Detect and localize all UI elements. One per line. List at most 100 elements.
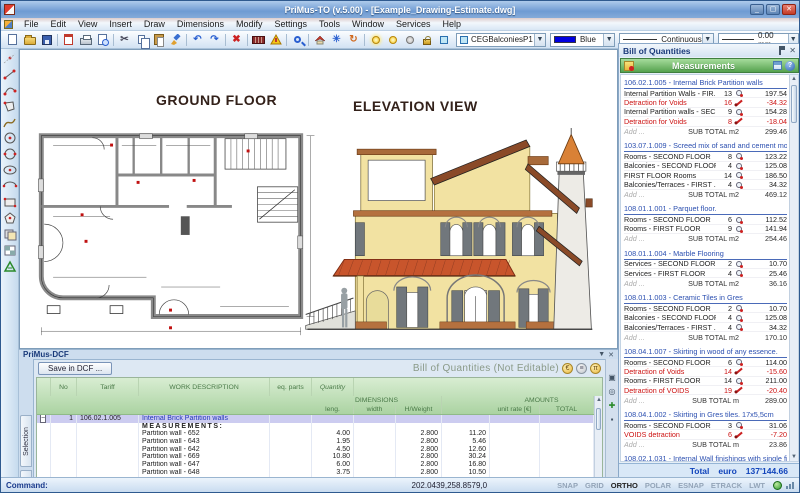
copy-icon[interactable]	[133, 32, 150, 49]
cut-icon[interactable]: ✂	[116, 32, 133, 48]
table-row[interactable]: Partition wall - 669 10.80 2.800 30.24	[37, 453, 602, 462]
folder-icon[interactable]: ▣	[608, 373, 616, 382]
chevron-down-icon[interactable]: ▼	[603, 33, 615, 46]
add-measurement-link[interactable]: Add ...	[624, 190, 688, 199]
measurement-row[interactable]: Balconies/Terraces - FIRST ... 4 34.32	[624, 323, 787, 333]
menu-view[interactable]: View	[72, 19, 103, 29]
table-row[interactable]: Partition wall - 643 1.95 2.800 5.46	[37, 438, 602, 446]
menu-edit[interactable]: Edit	[45, 19, 73, 29]
floor-plan-drawing[interactable]	[23, 120, 319, 344]
point-tool-icon[interactable]	[2, 51, 18, 66]
measurement-row[interactable]: Services - FIRST FLOOR 4 25.46	[624, 269, 787, 279]
boq-group-title[interactable]: 108.01.1.004 - Marble Flooring	[624, 248, 787, 260]
layer-combo[interactable]: CEGBalconiesP1 ▼	[456, 32, 546, 47]
menu-file[interactable]: File	[18, 19, 45, 29]
add-measurement-link[interactable]: Add ...	[624, 234, 688, 243]
table-row[interactable]: MEASUREMENTS:	[37, 422, 602, 431]
scroll-thumb[interactable]	[596, 408, 601, 430]
arc-tool-icon[interactable]	[2, 83, 18, 98]
pushpin-icon[interactable]: ▪	[611, 415, 614, 424]
measurement-row[interactable]: Services - SECOND FLOOR 2 10.70	[624, 259, 787, 270]
toggle-grid[interactable]: GRID	[585, 481, 604, 490]
measurement-row[interactable]: Detraction of VOIDS 19 -20.40	[624, 386, 787, 396]
add-measurement-link[interactable]: Add ...	[624, 127, 688, 136]
hatch-tool-icon[interactable]	[2, 259, 18, 274]
close-button[interactable]: ✕	[782, 4, 796, 15]
close-icon[interactable]: ✕	[789, 46, 796, 55]
boq-group-title[interactable]: 103.07.1.009 - Screed mix of sand and ce…	[624, 140, 787, 153]
measurement-row[interactable]: Rooms - SECOND FLOOR 8 123.22	[624, 152, 787, 162]
measurement-row[interactable]: VOIDS detraction 6 -7.20	[624, 430, 787, 440]
measurement-row[interactable]: FIRST FLOOR Rooms 14 186.50	[624, 171, 787, 181]
close-icon[interactable]: ✕	[608, 351, 614, 359]
table-row[interactable]: Partition wall - 647 6.00 2.800 16.80	[37, 461, 602, 469]
toggle-etrack[interactable]: ETRACK	[711, 481, 742, 490]
table-row[interactable]: Partition wall - 652 4.00 2.800 11.20	[37, 430, 602, 439]
undo-icon[interactable]: ↶	[189, 32, 206, 48]
measurement-row[interactable]: Internal Partition walls - SEC... 9 154.28	[624, 107, 787, 118]
maximize-button[interactable]: ▢	[766, 4, 780, 15]
add-icon[interactable]: ✚	[609, 401, 616, 410]
menu-settings[interactable]: Settings	[268, 19, 313, 29]
measurement-row[interactable]: Balconies/Terraces - FIRST ... 4 34.32	[624, 180, 787, 190]
dimension-style-icon[interactable]	[250, 32, 267, 48]
menu-draw[interactable]: Draw	[138, 19, 171, 29]
dcf-tab-selection[interactable]: Selection	[20, 415, 32, 468]
polygon-tool-icon[interactable]	[2, 99, 18, 114]
scroll-thumb[interactable]	[791, 85, 797, 123]
elevation-drawing[interactable]	[302, 114, 596, 346]
help-icon[interactable]: ?	[785, 60, 795, 71]
boq-group-title[interactable]: 108.02.1.031 - Internal Wall finishings …	[624, 453, 787, 461]
col-unit-rate[interactable]: unit rate [€]	[490, 405, 540, 414]
boq-group-title[interactable]: 108.04.1.002 - Skirting in Gres tiles. 1…	[624, 409, 787, 421]
col-leng[interactable]: leng.	[312, 405, 354, 414]
menu-tools[interactable]: Tools	[313, 19, 346, 29]
boq-title-bar[interactable]: Bill of Quantities ✕	[619, 44, 799, 57]
measurement-row[interactable]: Rooms - SECOND FLOOR 3 31.06	[624, 421, 787, 431]
orbit-icon[interactable]: ↻	[345, 32, 362, 48]
title-bar[interactable]: PriMus-TO (v.5.00) - [Example_Drawing-Es…	[1, 1, 799, 18]
menu-dimensions[interactable]: Dimensions	[171, 19, 230, 29]
menu-modify[interactable]: Modify	[230, 19, 269, 29]
regular-polygon-tool-icon[interactable]	[2, 211, 18, 226]
object-snap-icon[interactable]: ✳	[328, 32, 345, 48]
paste-icon[interactable]	[150, 32, 167, 48]
col-tariff[interactable]: Tariff	[77, 378, 139, 396]
table-row[interactable]: Partition wall - 642 4.50 2.800 12.60	[37, 445, 602, 454]
light-all-icon[interactable]	[384, 32, 401, 48]
circle-2p-tool-icon[interactable]	[2, 147, 18, 162]
boq-group-title[interactable]: 108.04.1.007 - Skirting in wood of any e…	[624, 346, 787, 358]
redo-icon[interactable]: ↷	[206, 32, 223, 48]
boq-vertical-scrollbar[interactable]: ▲ ▼	[789, 75, 798, 461]
ellipse-arc-tool-icon[interactable]	[2, 179, 18, 194]
color-combo[interactable]: Blue ▼	[549, 32, 616, 47]
menu-window[interactable]: Window	[346, 19, 390, 29]
add-measurement-link[interactable]: Add ...	[624, 333, 688, 342]
measurements-icon[interactable]	[624, 60, 634, 71]
toggle-lwt[interactable]: LWT	[749, 481, 765, 490]
light-on-icon[interactable]	[367, 32, 384, 48]
measurement-row[interactable]: Detraction of Voids 14 -15.60	[624, 367, 787, 377]
command-prompt[interactable]: Command:	[6, 481, 48, 490]
light-off-icon[interactable]	[401, 32, 418, 48]
save-icon[interactable]	[38, 32, 55, 48]
spline-tool-icon[interactable]	[2, 115, 18, 130]
col-work-description[interactable]: WORK DESCRIPTION	[139, 378, 270, 396]
zoom-view-icon[interactable]	[289, 32, 306, 48]
layer-lock-icon[interactable]	[418, 32, 435, 48]
toggle-snap[interactable]: SNAP	[557, 481, 578, 490]
chevron-down-icon[interactable]: ▼	[598, 351, 605, 359]
line-tool-icon[interactable]	[2, 67, 18, 82]
measurement-row[interactable]: Detraction for Voids 8 -18.04	[624, 117, 787, 127]
minimize-button[interactable]: _	[750, 4, 764, 15]
region-tool-icon[interactable]	[2, 227, 18, 242]
col-hweight[interactable]: H/Weight	[396, 405, 442, 414]
grid-view-icon[interactable]	[773, 61, 782, 70]
col-eq-parts[interactable]: eq. parts	[270, 378, 312, 396]
print-icon[interactable]	[77, 32, 94, 48]
measurement-row[interactable]: Rooms - SECOND FLOOR 2 10.70	[624, 304, 787, 314]
boq-group-title[interactable]: 106.02.1.005 - Internal Brick Partition …	[624, 77, 787, 89]
print-preview-icon[interactable]	[94, 32, 111, 48]
boq-group-title[interactable]: 108.01.1.001 - Parquet floor.	[624, 203, 787, 216]
save-in-dcf-button[interactable]: Save in DCF ...	[38, 362, 113, 375]
